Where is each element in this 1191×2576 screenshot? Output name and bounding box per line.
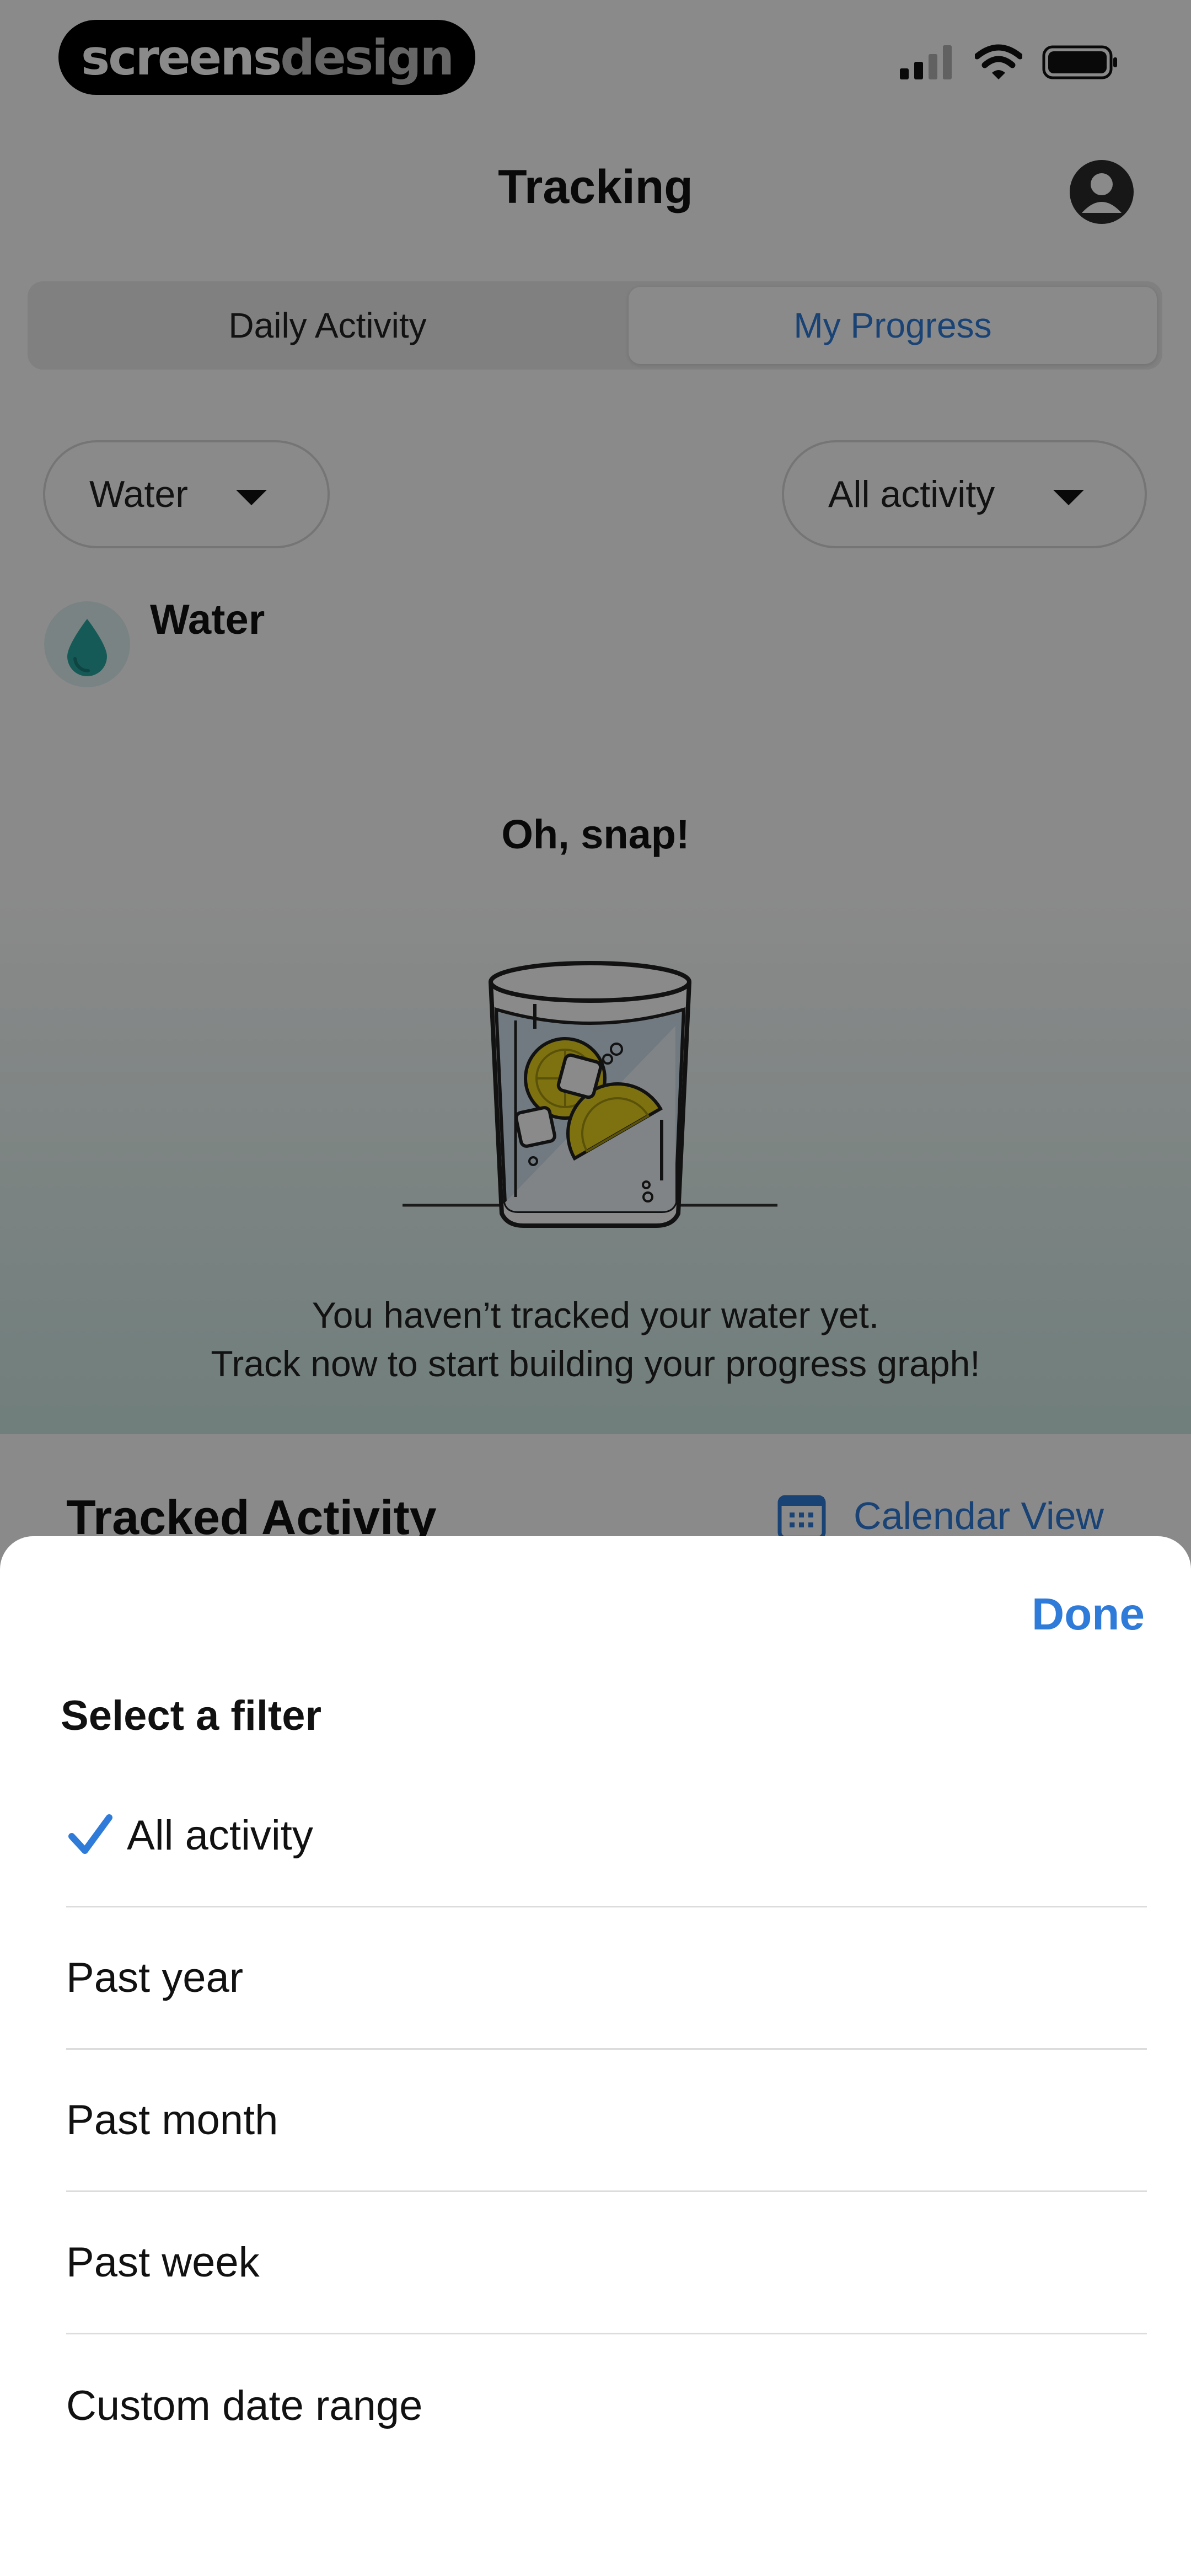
filter-option-label: Past week xyxy=(66,2239,260,2286)
filter-option-past-month[interactable]: Past month xyxy=(66,2050,1147,2192)
filter-option-all-activity[interactable]: All activity xyxy=(66,1765,1147,1907)
sheet-title: Select a filter xyxy=(61,1692,322,1739)
filter-option-label: Past year xyxy=(66,1954,244,2001)
filter-option-past-year[interactable]: Past year xyxy=(66,1907,1147,2050)
checkmark-icon xyxy=(68,1814,112,1854)
tracking-screen: screens design Tracking Daily Activity My xyxy=(0,0,1191,2576)
filter-option-label: All activity xyxy=(127,1812,313,1859)
filter-bottom-sheet: Done Select a filter All activity Past y… xyxy=(0,1536,1191,2576)
filter-option-past-week[interactable]: Past week xyxy=(66,2192,1147,2334)
filter-option-label: Custom date range xyxy=(66,2382,423,2429)
filter-option-custom-date-range[interactable]: Custom date range xyxy=(66,2334,1147,2477)
done-button[interactable]: Done xyxy=(1032,1589,1145,1640)
filter-option-label: Past month xyxy=(66,2097,278,2144)
